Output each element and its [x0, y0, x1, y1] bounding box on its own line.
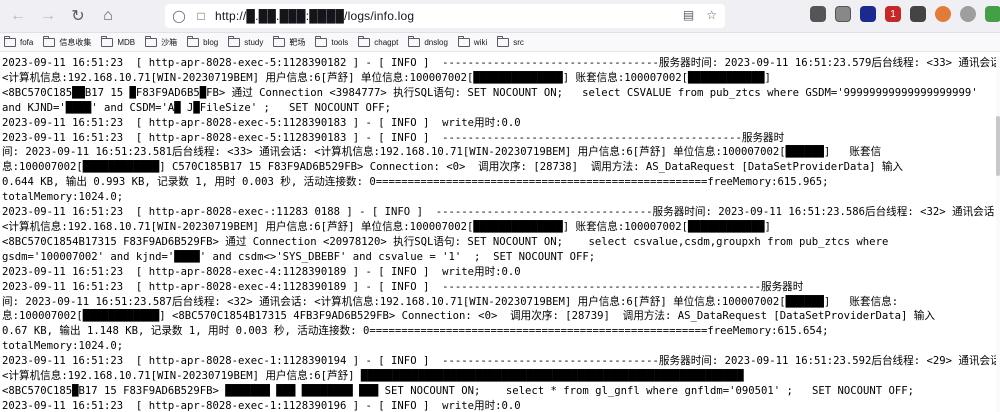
- log-line: 2023-09-11 16:51:23 [ http-apr-8028-exec…: [2, 280, 804, 293]
- folder-icon: [228, 35, 241, 47]
- log-line: 0.644 KB, 输出 0.993 KB, 记录数 1, 用时 0.003 秒…: [2, 176, 829, 189]
- folder-icon: [315, 35, 328, 47]
- log-line: <计算机信息:192.168.10.71[WIN-20230719BEM] 用户…: [2, 370, 744, 383]
- address-bar[interactable]: ◯ □ http://█.██.███:████/logs/info.log ▤…: [165, 4, 725, 28]
- bookmark-item[interactable]: 靶场: [273, 35, 305, 48]
- folder-icon: [273, 35, 286, 47]
- home-icon[interactable]: ⌂: [96, 4, 120, 28]
- puzzle-icon[interactable]: [835, 6, 851, 22]
- log-line: totalMemory:1024.0;: [2, 191, 124, 204]
- bookmark-item[interactable]: src: [497, 35, 524, 47]
- reader-view-icon[interactable]: ▤: [683, 8, 694, 22]
- extension-badge-icon[interactable]: 1: [885, 6, 901, 22]
- browser-toolbar: ← → ↻ ⌂ ◯ □ http://█.██.███:████/logs/in…: [0, 0, 1000, 33]
- log-line: 间: 2023-09-11 16:51:23.587后台线程: <32> 通讯会…: [2, 295, 899, 308]
- bookmark-item[interactable]: fofa: [4, 35, 33, 47]
- log-line: and KJND='████' and CSDM='A█ J█FileSize'…: [2, 101, 392, 114]
- bookmarks-bar: fofa 信息收集 MDB 沙箱 blog study 靶场 tools chagpt dnslo…: [0, 33, 1000, 52]
- log-line: 2023-09-11 16:51:23 [ http-apr-8028-exec…: [2, 131, 785, 144]
- log-line: 2023-09-11 16:51:23 [ http-apr-8028-exec…: [2, 206, 996, 219]
- extension-icon[interactable]: [985, 6, 1000, 22]
- extensions-bar: 1 ≡: [810, 6, 1000, 22]
- page-info-icon[interactable]: □: [193, 8, 209, 24]
- bookmark-item[interactable]: study: [228, 35, 263, 47]
- log-content: 2023-09-11 16:51:23 [ http-apr-8028-exec…: [0, 56, 996, 412]
- folder-icon: [43, 35, 56, 47]
- bookmark-item[interactable]: 沙箱: [145, 35, 177, 48]
- log-line: gsdm='100007002' and kjnd='████' and csd…: [2, 250, 596, 263]
- log-line: <8BC570C185█B17 15 F83F9AD6B529FB> █████…: [2, 384, 915, 397]
- folder-icon: [187, 35, 200, 47]
- log-line: 2023-09-11 16:51:23 [ http-apr-8028-exec…: [2, 265, 521, 278]
- bookmark-item[interactable]: 信息收集: [43, 35, 91, 48]
- log-line: <8BC570C185██B17 15 █F83F9AD6B5█FB> 通过 C…: [2, 86, 978, 99]
- extension-icon[interactable]: [910, 6, 926, 22]
- back-icon[interactable]: ←: [6, 4, 30, 28]
- folder-icon: [457, 35, 470, 47]
- log-line: 息:100007002[████████████] C570C185B17 15…: [2, 161, 904, 174]
- folder-icon: [101, 35, 114, 47]
- reload-icon[interactable]: ↻: [66, 4, 90, 28]
- url-text[interactable]: http://█.██.███:████/logs/info.log: [215, 9, 414, 23]
- log-line: 0.67 KB, 输出 1.148 KB, 记录数 1, 用时 0.003 秒,…: [2, 325, 829, 338]
- shield-icon[interactable]: ◯: [171, 8, 187, 24]
- scrollbar-thumb[interactable]: [996, 116, 1000, 176]
- bookmark-star-icon[interactable]: ☆: [706, 8, 717, 22]
- bookmark-item[interactable]: blog: [187, 35, 218, 47]
- folder-icon: [497, 35, 510, 47]
- log-line: 2023-09-11 16:51:23 [ http-apr-8028-exec…: [2, 355, 996, 368]
- log-line: totalMemory:1024.0;: [2, 340, 124, 353]
- forward-icon[interactable]: →: [36, 4, 60, 28]
- extension-icon[interactable]: [960, 6, 976, 22]
- log-line: <计算机信息:192.168.10.71[WIN-20230719BEM] 用户…: [2, 71, 771, 84]
- folder-icon: [358, 35, 371, 47]
- extension-icon[interactable]: [810, 6, 826, 22]
- log-line: 2023-09-11 16:51:23 [ http-apr-8028-exec…: [2, 57, 996, 69]
- log-line: 2023-09-11 16:51:23 [ http-apr-8028-exec…: [2, 116, 521, 129]
- folder-icon: [408, 35, 421, 47]
- log-line: <8BC570C1854B17315 F83F9AD6B529FB> 通过 Co…: [2, 235, 889, 248]
- bookmark-item[interactable]: chagpt: [358, 35, 398, 47]
- bookmark-item[interactable]: MDB: [101, 35, 135, 47]
- scrollbar[interactable]: [996, 56, 1000, 412]
- log-line: <计算机信息:192.168.10.71[WIN-20230719BEM] 用户…: [2, 220, 771, 233]
- bookmark-item[interactable]: tools: [315, 35, 348, 47]
- folder-icon: [4, 35, 16, 47]
- extension-icon[interactable]: [860, 6, 876, 22]
- extension-icon[interactable]: [935, 6, 951, 22]
- bookmark-item[interactable]: dnslog: [408, 35, 448, 47]
- folder-icon: [145, 35, 158, 47]
- log-line: 息:100007002[████████████] <8BC570C1854B1…: [2, 310, 935, 323]
- log-line: 间: 2023-09-11 16:51:23.581后台线程: <33> 通讯会…: [2, 146, 882, 159]
- bookmark-item[interactable]: wiki: [457, 35, 487, 47]
- log-line: 2023-09-11 16:51:23 [ http-apr-8028-exec…: [2, 399, 521, 412]
